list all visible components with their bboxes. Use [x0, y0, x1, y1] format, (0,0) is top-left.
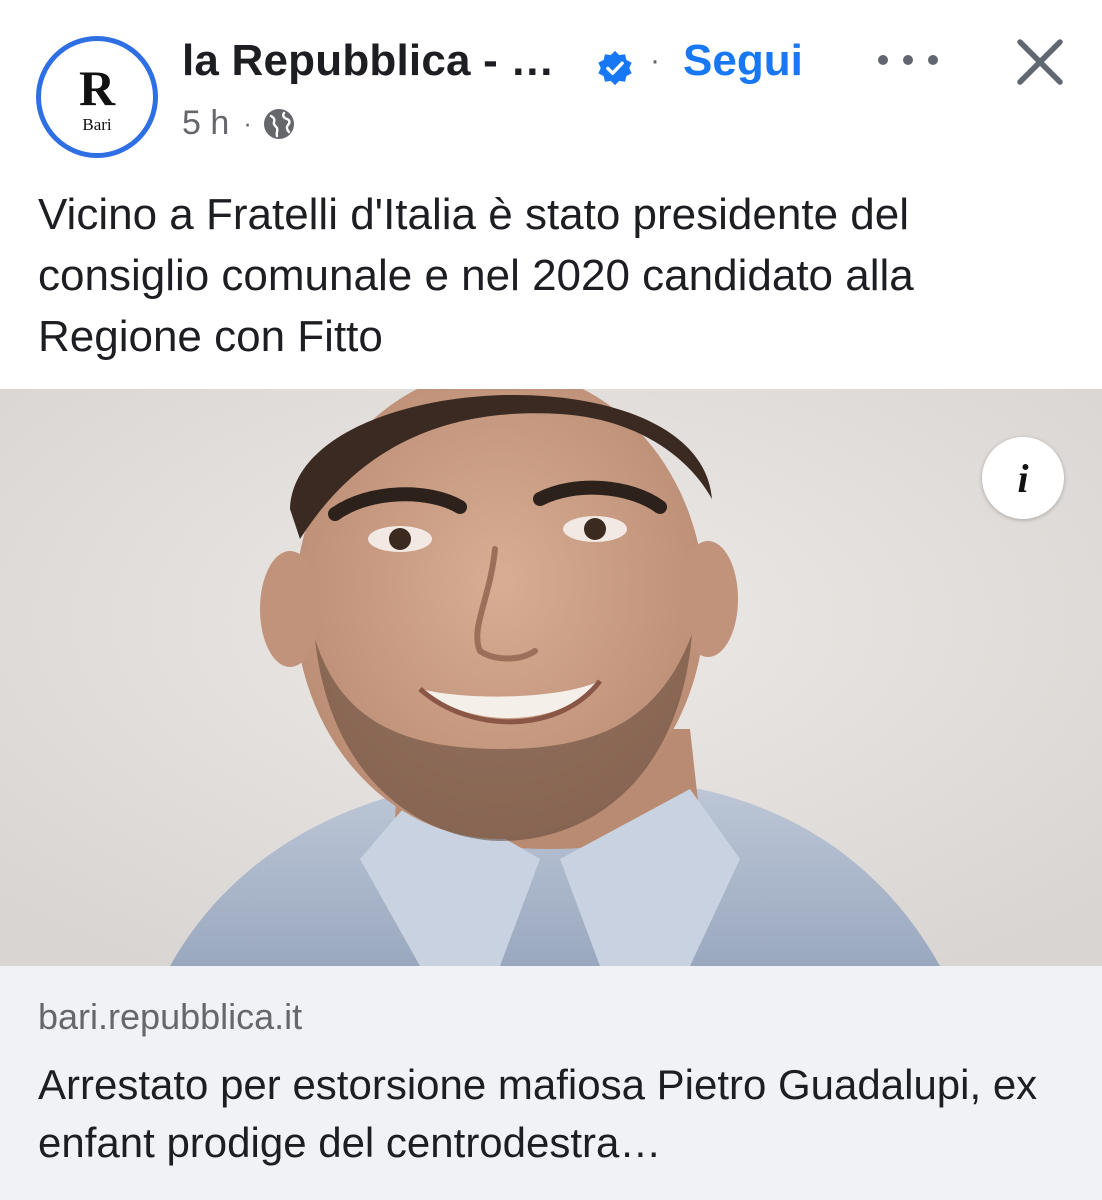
- post-text: Vicino a Fratelli d'Italia è stato presi…: [38, 190, 914, 361]
- follow-button[interactable]: Segui: [683, 36, 803, 86]
- post-meta: 5 h ·: [182, 104, 296, 143]
- avatar-label: Bari: [82, 115, 112, 134]
- verified-badge-icon: [598, 50, 632, 86]
- page-name[interactable]: la Repubblica - …: [182, 36, 555, 86]
- link-domain: bari.repubblica.it: [38, 996, 303, 1037]
- meta-separator: ·: [243, 108, 252, 138]
- close-icon[interactable]: [1010, 32, 1070, 92]
- post-time[interactable]: 5 h: [182, 104, 229, 143]
- separator-dot: ·: [650, 44, 660, 77]
- globe-icon: [263, 108, 294, 139]
- avatar-letter: R: [78, 60, 116, 116]
- link-title[interactable]: Arrestato per estorsione mafiosa Pietro …: [38, 1056, 1078, 1172]
- info-icon[interactable]: i: [982, 437, 1064, 519]
- post-header: R Bari la Repubblica - … · Segui 5 h ·: [0, 0, 1102, 170]
- more-options-icon[interactable]: [878, 40, 938, 80]
- article-photo[interactable]: [0, 389, 1102, 966]
- page-avatar[interactable]: R Bari: [36, 36, 158, 158]
- portrait-illustration: [0, 389, 1102, 966]
